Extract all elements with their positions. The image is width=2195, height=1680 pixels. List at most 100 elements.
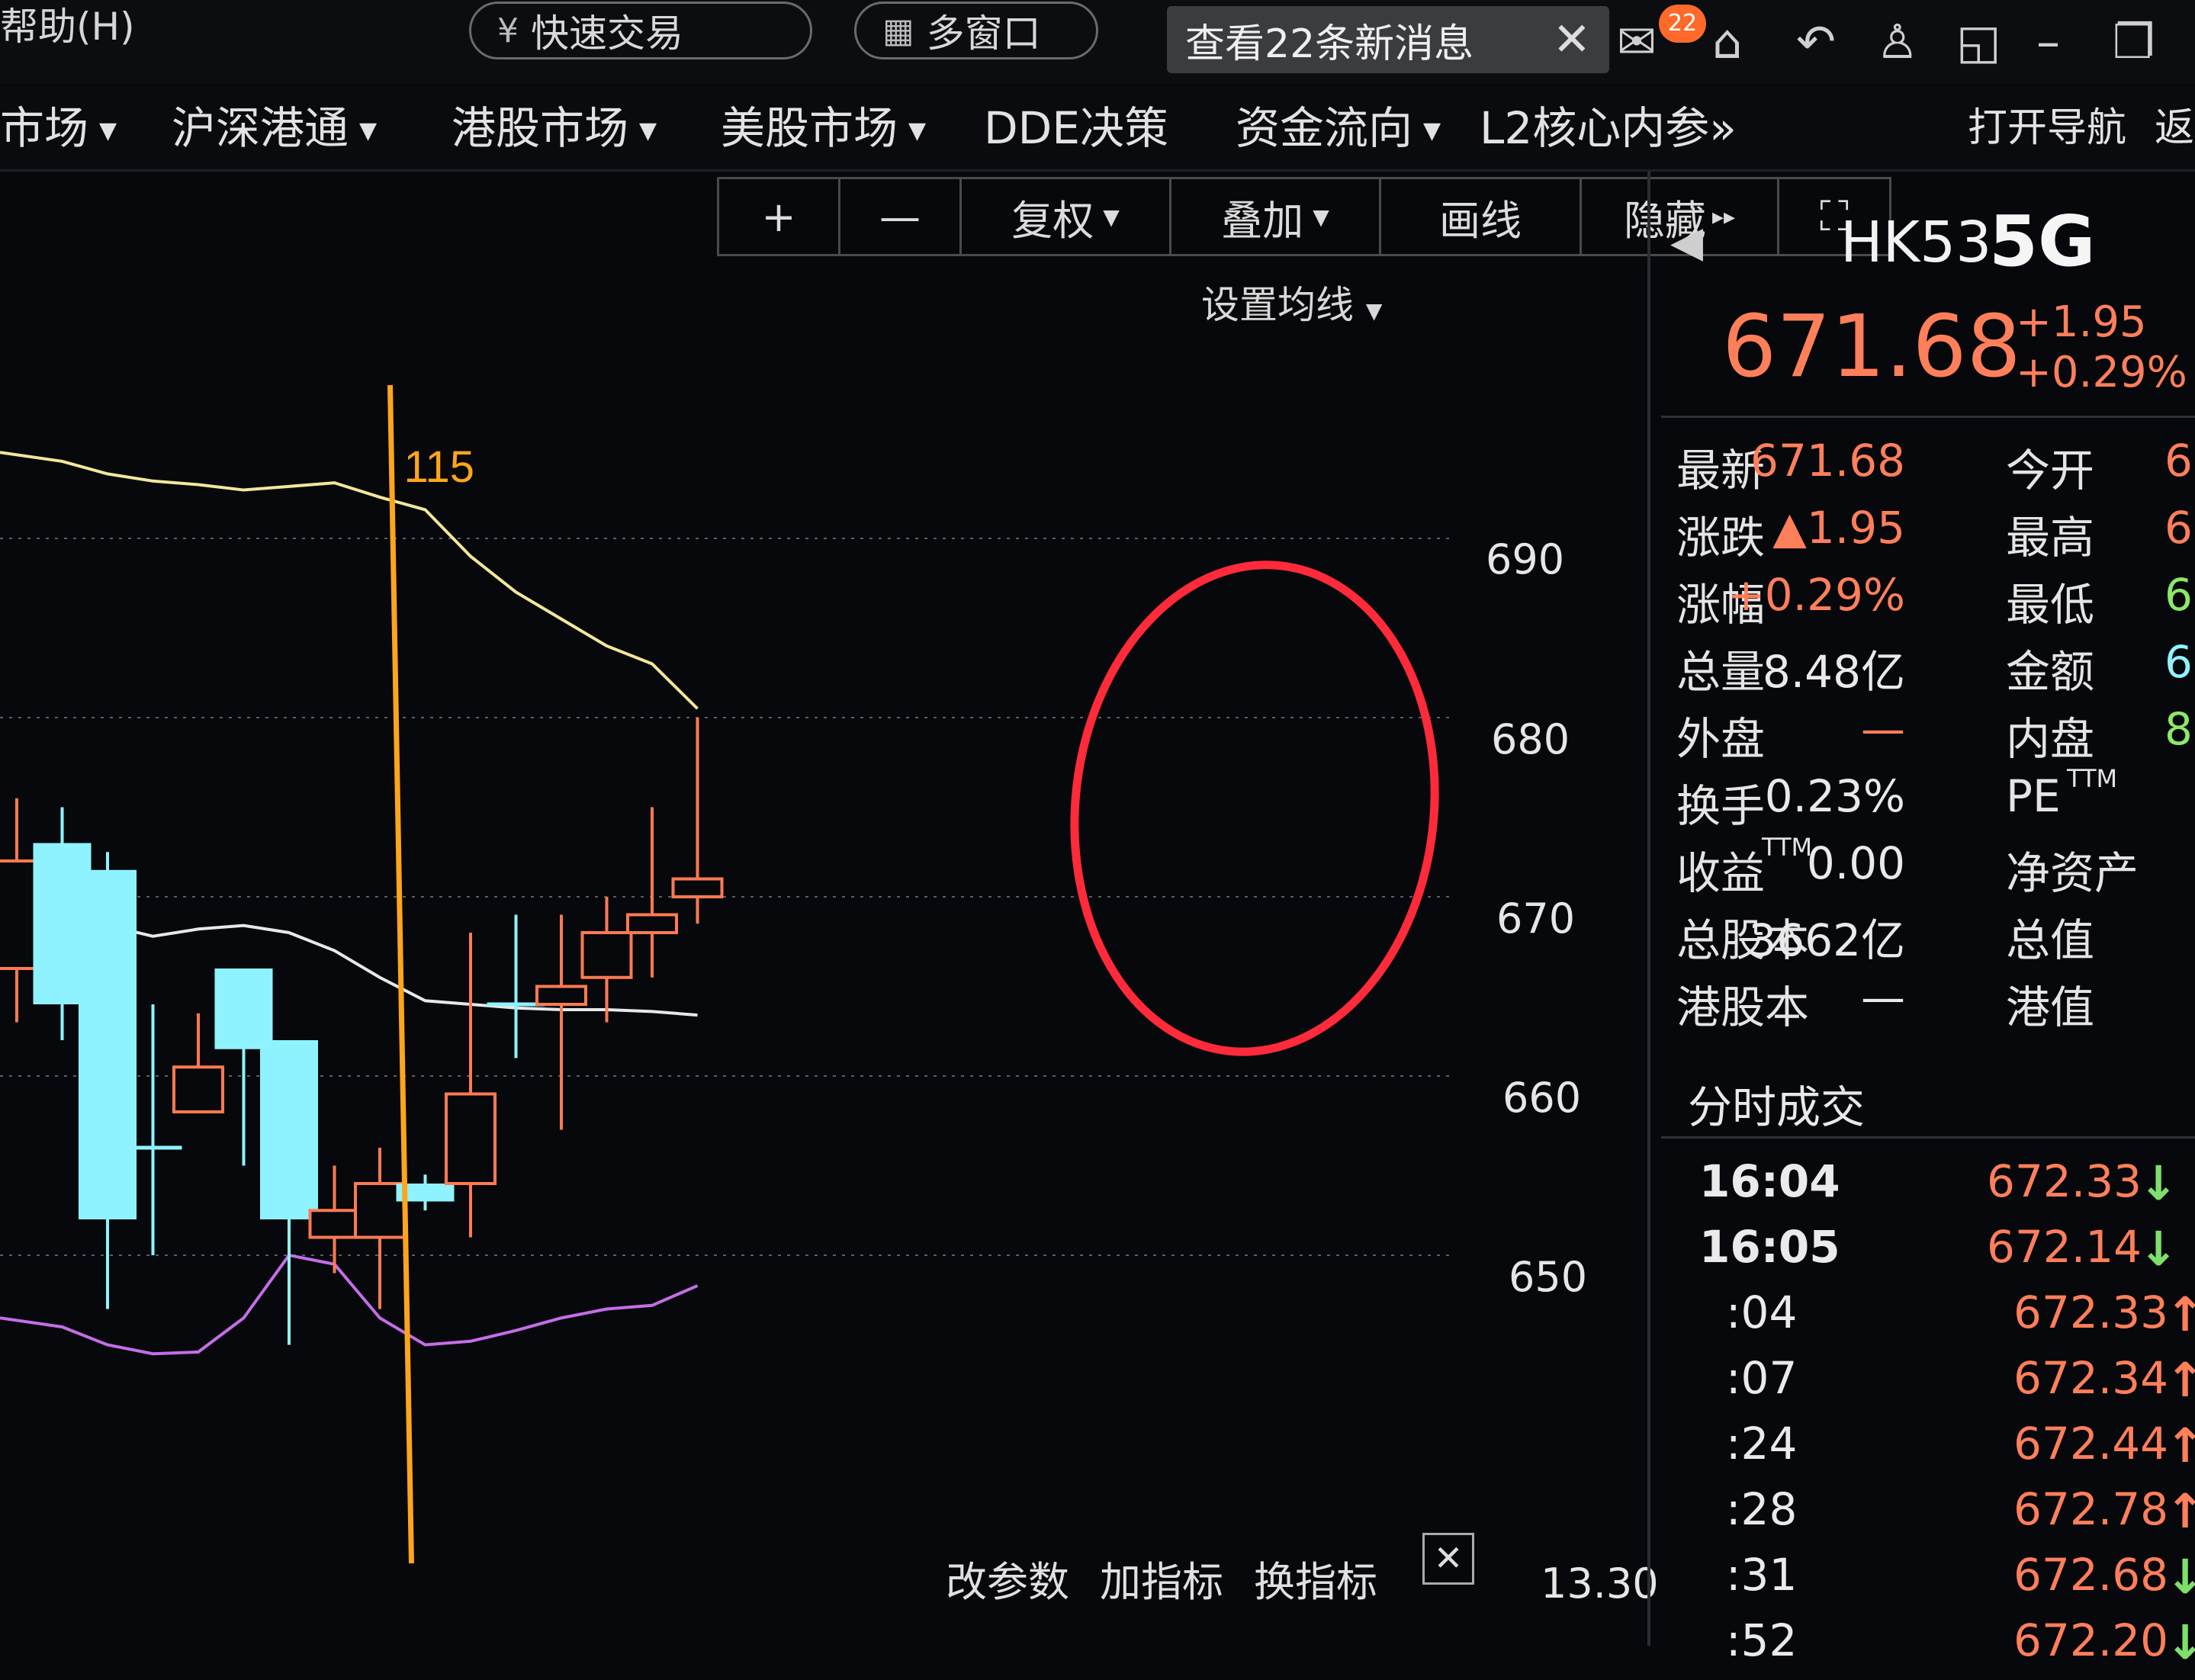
collapse-left-icon[interactable]: ◀ (1670, 217, 1703, 267)
nav-item-capital-flow[interactable]: 资金流向 ▼ (1236, 104, 1441, 156)
candle (626, 807, 678, 978)
nav-label: 沪深港通 (172, 102, 349, 154)
quote-value: 0.00 (1806, 837, 1905, 889)
quote-label: 总量 (1676, 646, 1766, 698)
tick-row: :28 672.78 ↑ (1726, 1483, 2195, 1549)
tick-row: 16:04 672.33 ↓ (1699, 1155, 2187, 1221)
overlay-button[interactable]: 叠加 ▼ (1171, 179, 1381, 254)
candle (580, 897, 633, 1023)
more-icon[interactable]: » (1709, 102, 1737, 154)
undo-icon[interactable]: ↶ (1796, 15, 1836, 69)
candle (260, 1040, 318, 1345)
nav-item-market[interactable]: 市场 ▼ (0, 104, 117, 156)
close-indicator-icon[interactable]: ✕ (1422, 1533, 1474, 1585)
nav-item-l2[interactable]: L2核心内参» (1480, 104, 1737, 153)
nav-item-hk-stocks[interactable]: 港股市场 ▼ (452, 104, 657, 156)
y-tick-label: 680 (1491, 715, 1570, 763)
nav-item-dde[interactable]: DDE决策 (984, 104, 1168, 153)
quote-label: 港值 (2006, 981, 2095, 1033)
candlestick-chart[interactable]: 115 (0, 336, 1647, 1646)
layout-icon[interactable]: ◱ (1956, 15, 2001, 69)
quote-label: 涨跌 (1676, 512, 1766, 564)
caret-down-icon: ▼ (1313, 204, 1329, 230)
quote-value: 671.68 (1750, 435, 1905, 487)
quote-value: — (1861, 972, 1905, 1023)
y-tick-label: 670 (1496, 895, 1576, 943)
nav-label: L2核心内参 (1480, 102, 1710, 154)
divider (1661, 416, 2195, 418)
candle-body (626, 913, 678, 934)
caret-down-icon: ▼ (1103, 204, 1120, 230)
quote-value: 0.23% (1764, 770, 1905, 822)
ma-setting-dropdown[interactable]: 设置均线 ▼ (1201, 275, 1382, 329)
tick-row: :24 672.44 ↑ (1726, 1418, 2195, 1483)
draw-line-button[interactable]: 画线 (1381, 179, 1582, 254)
adjust-button[interactable]: 复权 ▼ (962, 179, 1171, 254)
tick-time: :04 (1726, 1287, 1798, 1338)
quote-row: 最新671.68今开670 (1676, 435, 2195, 500)
nav-item-us-stocks[interactable]: 美股市场 ▼ (721, 104, 926, 156)
candle (354, 1148, 406, 1309)
quote-label: 净资产 (2006, 847, 2139, 899)
tick-row: :07 672.34 ↑ (1726, 1352, 2195, 1418)
tick-row: :31 672.68 ↓ (1726, 1549, 2195, 1614)
divider (1661, 1136, 2195, 1139)
home-icon[interactable]: ⌂ (1712, 15, 1742, 69)
quote-value: 68 (2164, 502, 2195, 554)
quote-label: 收益 (1676, 847, 1766, 899)
panel-divider[interactable] (1647, 172, 1650, 1646)
open-nav-button[interactable]: 打开导航 (1968, 104, 2126, 153)
zoom-out-button[interactable]: — (840, 179, 962, 254)
y-tick-label: 650 (1509, 1253, 1588, 1301)
candle-body (580, 931, 633, 979)
restore-icon[interactable]: ❐ (2113, 15, 2155, 69)
upper-band-line (0, 451, 699, 710)
message-tab-label: 查看22条新消息 (1185, 21, 1474, 67)
quote-label: 金额 (2006, 646, 2095, 698)
quote-row: 涨跌▲1.95 最高 68 (1676, 502, 2195, 567)
yen-icon: ¥ (497, 11, 519, 50)
quote-label: 内盘 (2006, 713, 2095, 765)
quote-row: 总量8.48亿 金额 63.2 (1676, 636, 2195, 702)
minimize-icon[interactable]: – (2036, 15, 2060, 69)
back-button[interactable]: 返 (2155, 104, 2194, 153)
skin-icon[interactable]: ♙ (1876, 15, 1919, 69)
candle-body (172, 1065, 224, 1113)
tick-time: :28 (1726, 1483, 1798, 1535)
caret-down-icon: ▼ (908, 117, 927, 144)
switch-indicator-button[interactable]: 换指标 (1254, 1548, 1377, 1608)
quote-row: 总股本 3662亿 总值 (1676, 904, 2195, 970)
candle-body (260, 1040, 318, 1219)
close-icon[interactable]: ✕ (1553, 13, 1591, 66)
multi-window-label: 多窗口 (926, 11, 1041, 56)
tick-time: :07 (1726, 1352, 1798, 1404)
quote-label-sup: TTM (1762, 833, 1813, 862)
lower-band-line (0, 1253, 699, 1356)
nav-label: DDE决策 (984, 102, 1168, 154)
zoom-in-button[interactable]: + (719, 179, 840, 254)
quote-row: 换手 0.23% PE TTM (1676, 764, 2195, 836)
overlay-label: 叠加 (1221, 196, 1304, 245)
add-indicator-button[interactable]: 加指标 (1100, 1548, 1223, 1608)
network-indicator: 5G (1989, 201, 2096, 282)
message-tab[interactable]: 查看22条新消息 ✕ (1167, 6, 1609, 73)
nav-item-hk-connect[interactable]: 沪深港通 ▼ (172, 104, 377, 156)
arrow-up-icon: ↑ (2165, 1352, 2195, 1408)
quote-row: 港股本 — 港值 (1676, 972, 2195, 1037)
tick-price: 672.44 (2013, 1418, 2168, 1470)
help-menu[interactable]: 帮助(H) (0, 0, 135, 53)
ma-setting-label: 设置均线 (1201, 283, 1354, 327)
candle (535, 914, 587, 1130)
stock-code: HK53 (1840, 210, 1992, 275)
quote-value: ▲1.95 (1772, 502, 1905, 554)
lower-pane-label: 13.30 (1541, 1560, 1659, 1608)
tick-price: 672.78 (2013, 1483, 2168, 1535)
arrow-up-icon: ↑ (2165, 1287, 2195, 1342)
multi-window-button[interactable]: ▦ 多窗口 (854, 2, 1098, 59)
change-params-button[interactable]: 改参数 (946, 1548, 1069, 1608)
candle-body (445, 1092, 497, 1185)
quote-value: 3662亿 (1748, 914, 1905, 966)
arrow-down-icon: ↓ (2165, 1549, 2195, 1605)
mail-icon[interactable]: ✉ (1617, 15, 1657, 69)
quick-trade-button[interactable]: ¥ 快速交易 (469, 2, 812, 59)
